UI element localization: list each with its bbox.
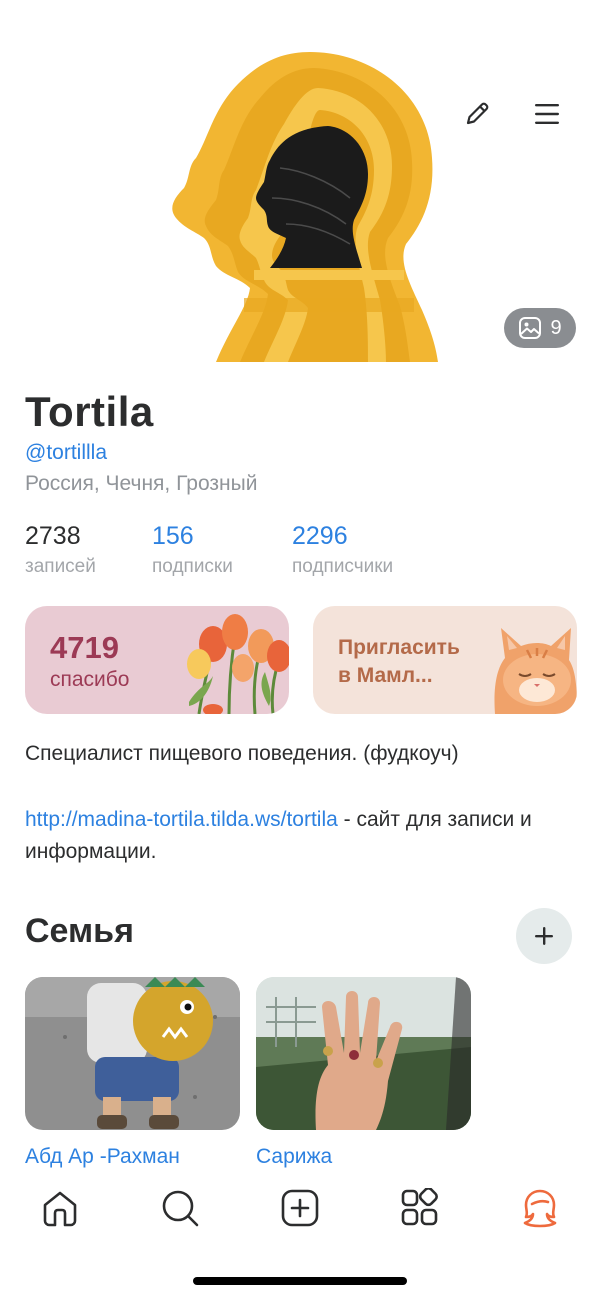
thanks-count: 4719 (50, 630, 119, 665)
stat-following-label: подписки (152, 556, 233, 577)
tab-profile[interactable] (518, 1186, 562, 1230)
plus-icon (535, 927, 553, 945)
profile-name: Tortila (25, 388, 154, 435)
hand-rings-photo (256, 977, 471, 1130)
profile-icon (523, 1189, 557, 1228)
profile-username[interactable]: @tortillla (25, 441, 107, 465)
stat-followers-value: 2296 (292, 522, 348, 550)
pencil-icon (466, 102, 489, 125)
home-indicator (193, 1277, 407, 1285)
family-section-title: Семья (25, 912, 134, 950)
bottom-tab-bar (0, 1180, 600, 1240)
photos-count-button[interactable]: 9 (504, 308, 576, 348)
invite-card[interactable]: Пригласить в Мамл... (313, 606, 577, 714)
photos-count: 9 (550, 316, 562, 339)
add-post-icon (281, 1189, 319, 1227)
profile-header: 9 (0, 0, 600, 370)
family-member-photo[interactable] (25, 977, 240, 1130)
stat-followers[interactable]: 2296 подписчики (292, 520, 393, 578)
invite-label: Пригласить в Мамл... (338, 636, 460, 687)
hamburger-icon (535, 104, 559, 124)
stat-followers-label: подписчики (292, 556, 394, 577)
home-icon (43, 1191, 77, 1227)
menu-button[interactable] (527, 94, 567, 134)
tulips-illustration (187, 614, 289, 714)
profile-location: Россия, Чечня, Грозный (25, 472, 258, 495)
family-member-name[interactable]: Сарижа (256, 1145, 332, 1169)
stat-posts: 2738 записей (25, 520, 96, 578)
image-icon (519, 317, 542, 339)
tab-home[interactable] (38, 1186, 82, 1230)
family-member-photo[interactable] (256, 977, 471, 1130)
bio-website-link[interactable]: http://madina-tortila.tilda.ws/tortila (25, 808, 338, 831)
kitten-illustration (494, 628, 577, 714)
thanks-card[interactable]: 4719 спасибо (25, 606, 289, 714)
stat-posts-label: записей (25, 556, 96, 577)
edit-profile-button[interactable] (457, 94, 497, 134)
tab-services[interactable] (398, 1186, 442, 1230)
thanks-label: спасибо (50, 668, 130, 691)
search-icon (162, 1190, 199, 1227)
tab-create-post[interactable] (278, 1186, 322, 1230)
bio-link-paragraph: http://madina-tortila.tilda.ws/tortila -… (25, 804, 565, 868)
stat-posts-value: 2738 (25, 522, 81, 550)
stat-following[interactable]: 156 подписки (152, 520, 233, 578)
child-backpack-photo (25, 977, 240, 1130)
services-icon (401, 1188, 438, 1226)
add-family-member-button[interactable] (516, 908, 572, 964)
family-member-name[interactable]: Абд Ар -Рахман (25, 1145, 180, 1169)
avatar[interactable] (160, 48, 440, 362)
bio-text: Специалист пищевого поведения. (фудкоуч) (25, 742, 459, 765)
stat-following-value: 156 (152, 522, 194, 550)
tab-search[interactable] (158, 1186, 202, 1230)
